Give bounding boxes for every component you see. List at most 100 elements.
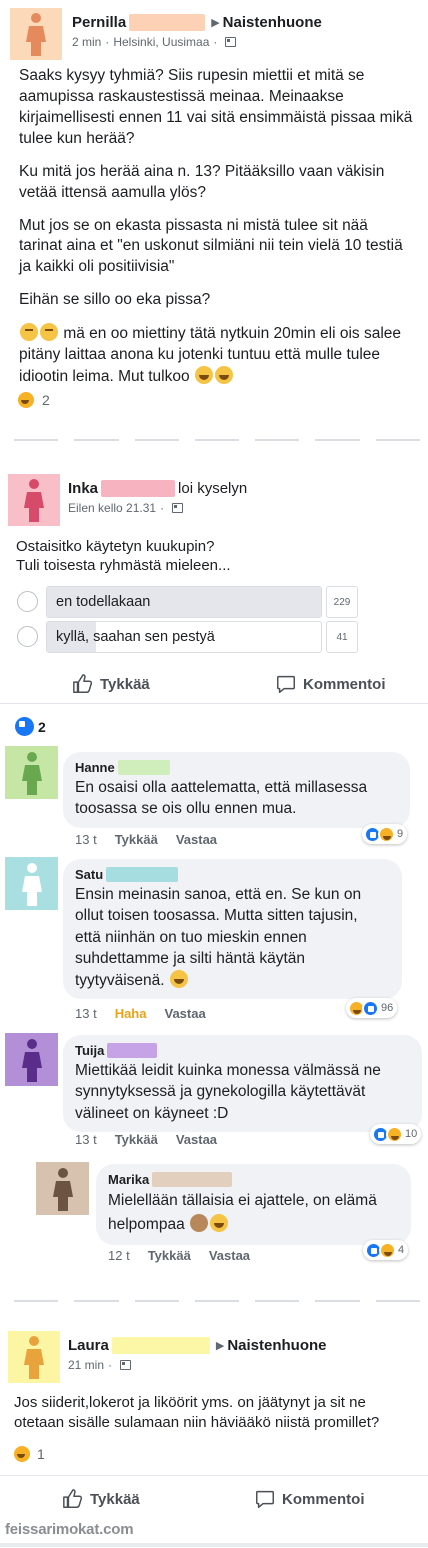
reaction-count: 4: [398, 1244, 405, 1256]
comment-bubble[interactable]: Marika Mielellään tällaisia ei ajattele,…: [96, 1164, 411, 1246]
post2-meta: Eilen kello 21.31 ·: [68, 501, 247, 515]
comment-reactions[interactable]: 9: [362, 824, 408, 844]
post1-time[interactable]: 2 min: [72, 35, 101, 49]
thumbs-up-icon: [73, 674, 93, 693]
post2-action: loi kyselyn: [178, 480, 248, 497]
like-reaction-icon: [15, 717, 34, 736]
post2-question: Ostaisitko käytetyn kuukupin? Tuli toise…: [16, 538, 411, 576]
comment-label: Kommentoi: [282, 1490, 365, 1508]
post2-like-count[interactable]: 2: [15, 717, 46, 736]
comment-avatar[interactable]: [5, 746, 58, 799]
post3-time[interactable]: 21 min: [68, 1358, 104, 1372]
comment-reply-button[interactable]: Vastaa: [164, 1006, 205, 1021]
post1-reactions[interactable]: 2: [16, 390, 50, 410]
post2-time[interactable]: Eilen kello 21.31: [68, 501, 156, 515]
post2-comment-button[interactable]: Kommentoi: [275, 673, 386, 695]
post3-header: Laura ▶ Naistenhuone 21 min ·: [8, 1331, 327, 1383]
comment-meta: 13 t Haha Vastaa: [75, 1006, 206, 1021]
post2-avatar[interactable]: [8, 474, 60, 526]
comment-bubble[interactable]: Satu Ensin meinasin sanoa, että en. Se k…: [63, 859, 402, 999]
comment-time[interactable]: 13 t: [75, 1006, 97, 1021]
poll-option-count[interactable]: 229: [326, 586, 358, 618]
comment-reactions[interactable]: 10: [370, 1124, 422, 1144]
comment-avatar[interactable]: [36, 1162, 89, 1215]
comment-like-button[interactable]: Tykkää: [148, 1248, 191, 1263]
like-label: Tykkää: [90, 1490, 140, 1508]
haha-reaction-icon: [16, 390, 36, 410]
comment-text-line: Mielellään tällaisia ei ajattele, on elä…: [108, 1192, 377, 1209]
post2-header: Inka loi kyselyn Eilen kello 21.31 ·: [8, 474, 247, 526]
comment-reactions[interactable]: 4: [363, 1240, 409, 1260]
group-privacy-icon: [120, 1360, 132, 1370]
redaction-block: [107, 1043, 158, 1058]
comment-bubble[interactable]: Tuija Miettikää leidit kuinka monessa vä…: [63, 1035, 422, 1133]
comment-text: Mielellään tällaisia ei ajattele, on elä…: [108, 1189, 399, 1237]
comment-author[interactable]: Hanne: [75, 760, 115, 775]
poll-option-radio[interactable]: [17, 591, 38, 612]
comment-author[interactable]: Tuija: [75, 1043, 104, 1058]
comment-bubble-icon: [277, 675, 295, 693]
comment-time[interactable]: 12 t: [108, 1248, 130, 1263]
like-reaction-icon: [362, 999, 379, 1017]
comment-text-line: Ensin meinasin sanoa, että en. Se kun on: [75, 886, 362, 903]
post3-author-name[interactable]: Laura: [68, 1337, 109, 1354]
group-privacy-icon: [225, 37, 237, 47]
comment-text: Miettikää leidit kuinka monessa välmässä…: [75, 1060, 410, 1124]
poll-option-count[interactable]: 41: [326, 621, 358, 653]
comment-author[interactable]: Marika: [108, 1172, 149, 1187]
comment-reply-button[interactable]: Vastaa: [209, 1248, 250, 1263]
person-icon: [26, 13, 46, 56]
person-icon: [24, 1336, 44, 1379]
comment-bubble[interactable]: Hanne En osaisi olla aattelematta, että …: [63, 752, 410, 828]
post1-paragraph-last: mä en oo miettiny tätä nytkuin 20min eli…: [19, 323, 414, 388]
comment-text-line: synnytyksessä ja gynekologilla käytettäv…: [75, 1083, 366, 1101]
comment-time[interactable]: 13 t: [75, 1132, 97, 1147]
comment-reply-button[interactable]: Vastaa: [176, 1132, 217, 1147]
thinking-face-icon: [40, 323, 58, 342]
thinking-face-icon: [20, 323, 38, 342]
comment-label: Kommentoi: [303, 675, 386, 693]
post2-question-line: Tuli toisesta ryhmästä mieleen...: [16, 556, 231, 574]
poll-option-bar[interactable]: kyllä, saahan sen pestyä: [46, 621, 322, 653]
reaction-count: 9: [397, 828, 404, 840]
comment-like-button[interactable]: Tykkää: [115, 1132, 158, 1147]
comment-like-button[interactable]: Tykkää: [115, 832, 158, 847]
post3-avatar[interactable]: [8, 1331, 60, 1383]
comment-haha-button[interactable]: Haha: [115, 1006, 147, 1021]
post1-paragraph: Saaks kysyy tyhmiä? Siis rupesin miettii…: [19, 67, 413, 147]
post1-reaction-count: 2: [42, 392, 50, 408]
person-icon: [21, 751, 42, 795]
post2-question-line: Ostaisitko käytetyn kuukupin?: [16, 538, 215, 555]
post1-group-name[interactable]: Naistenhuone: [223, 14, 322, 31]
post1-author-name[interactable]: Pernilla: [72, 14, 126, 31]
post3-like-button[interactable]: Tykkää: [62, 1488, 140, 1510]
separator-line: [0, 1475, 428, 1476]
post1-paragraph: Mut jos se on ekasta pissasta ni mistä t…: [19, 216, 403, 276]
post2-author-name[interactable]: Inka: [68, 480, 98, 497]
person-icon: [21, 1038, 42, 1082]
post1-header: Pernilla ▶ Naistenhuone 2 min · Helsinki…: [10, 8, 322, 60]
post2-like-button[interactable]: Tykkää: [72, 673, 150, 695]
comment-avatar[interactable]: [5, 1033, 58, 1086]
post3-comment-button[interactable]: Kommentoi: [254, 1488, 365, 1510]
comment-text-line: helpompaa: [108, 1216, 185, 1234]
comment-author[interactable]: Satu: [75, 867, 103, 882]
arrow-right-icon: ▶: [211, 17, 220, 29]
comment-time[interactable]: 13 t: [75, 832, 97, 847]
post3-group-name[interactable]: Naistenhuone: [227, 1337, 326, 1354]
poll-option-bar[interactable]: en todellakaan: [46, 586, 322, 618]
post1-location[interactable]: Helsinki, Uusimaa: [113, 35, 209, 49]
comment-reply-button[interactable]: Vastaa: [176, 832, 217, 847]
post1-avatar[interactable]: [10, 8, 62, 60]
watermark: feissarimokat.com: [5, 1521, 134, 1538]
comment-reactions[interactable]: 96: [346, 998, 398, 1018]
haha-reaction-icon: [12, 1444, 32, 1464]
comment-text-line: tyytyväisenä.: [75, 971, 165, 989]
reaction-count: 10: [405, 1128, 418, 1140]
comment-text-line: En osaisi olla aattelematta, että millas…: [75, 779, 368, 796]
poll-option-radio[interactable]: [17, 626, 38, 647]
comment-avatar[interactable]: [5, 857, 58, 910]
post3-reactions[interactable]: 1: [12, 1444, 45, 1464]
redaction-block: [111, 1337, 210, 1354]
comment-text-line: välineet on käyneet :D: [75, 1104, 229, 1122]
